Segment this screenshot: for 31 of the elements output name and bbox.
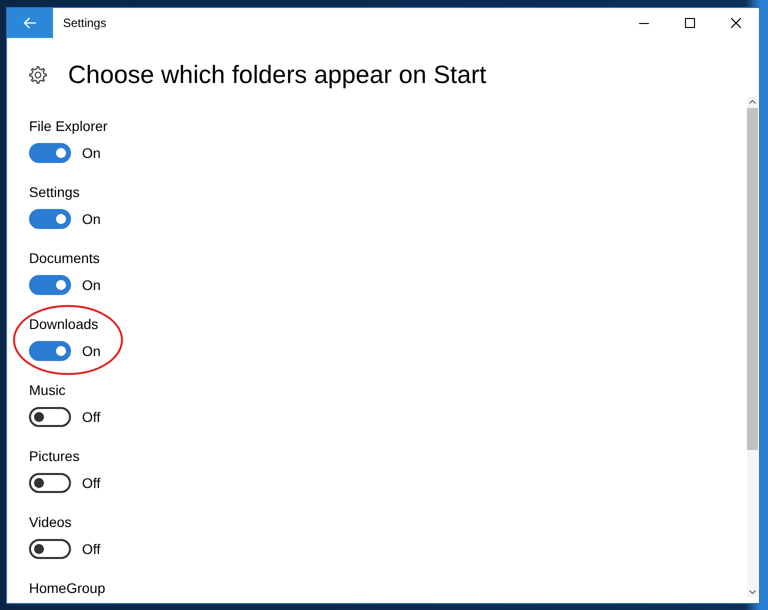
toggle-state-label: On <box>82 342 101 361</box>
toggle-switch[interactable] <box>29 539 71 559</box>
toggle-state-label: Off <box>82 540 100 559</box>
toggle-state-label: On <box>82 210 101 229</box>
minimize-icon <box>639 22 649 24</box>
toggle-switch[interactable] <box>29 209 71 229</box>
folder-label: Downloads <box>29 315 98 334</box>
back-arrow-icon <box>23 17 37 29</box>
toggle-switch[interactable] <box>29 473 71 493</box>
toggle-switch[interactable] <box>29 275 71 295</box>
folder-label: File Explorer <box>29 117 108 136</box>
maximize-icon <box>685 18 695 28</box>
folder-label: Videos <box>29 513 72 532</box>
page-heading: Choose which folders appear on Start <box>68 60 486 91</box>
scrollbar-track[interactable] <box>747 97 758 597</box>
folder-label: Pictures <box>29 447 80 466</box>
toggle-state-label: On <box>82 144 101 163</box>
settings-gear-icon <box>29 66 47 84</box>
folder-label: Documents <box>29 249 100 268</box>
close-icon <box>731 18 741 28</box>
toggle-switch[interactable] <box>29 341 71 361</box>
toggle-switch[interactable] <box>29 143 71 163</box>
toggle-state-label: On <box>82 276 101 295</box>
window-title: Settings <box>63 15 106 32</box>
folder-label: HomeGroup <box>29 579 106 598</box>
toggle-switch[interactable] <box>29 407 71 427</box>
scroll-thumb[interactable] <box>747 108 758 450</box>
folder-label: Music <box>29 381 66 400</box>
toggle-state-label: Off <box>82 408 100 427</box>
toggle-state-label: Off <box>82 474 100 493</box>
folder-label: Settings <box>29 183 80 202</box>
